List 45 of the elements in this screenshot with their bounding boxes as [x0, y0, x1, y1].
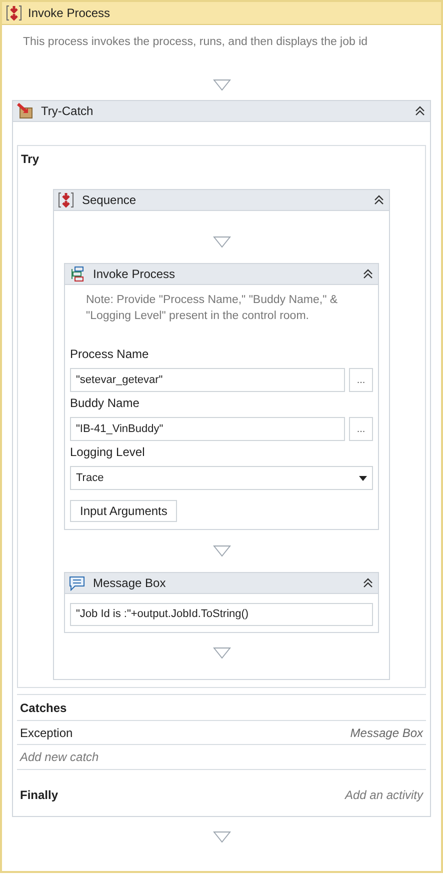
activity-title: Message Box [93, 575, 167, 592]
logging-level-dropdown[interactable]: Trace [70, 466, 373, 490]
ellipsis-button[interactable]: ... [349, 417, 373, 442]
process-flow-icon [69, 266, 85, 282]
try-label: Try [20, 151, 40, 168]
collapse-icon[interactable] [362, 577, 374, 590]
drop-arrow-icon [212, 545, 230, 558]
drop-arrow-icon [212, 79, 230, 92]
activity-header[interactable]: Invoke Process [2, 2, 441, 25]
activity-title: Sequence [82, 192, 138, 210]
message-icon [69, 575, 85, 592]
drop-arrow-icon [212, 831, 230, 844]
collapse-icon[interactable] [373, 194, 385, 206]
activity-title: Invoke Process [93, 266, 176, 284]
activity-header[interactable]: Sequence [54, 190, 389, 212]
input-arguments-button[interactable]: Input Arguments [70, 500, 178, 522]
note-text: Note: Provide "Process Name," "Buddy Name," & "Logging Level" present in the control room. [85, 293, 339, 324]
catch-row[interactable]: Exception Message Box [17, 720, 426, 744]
activity-header[interactable]: Invoke Process [65, 264, 378, 286]
expression-field[interactable]: "IB-41_VinBuddy" [70, 417, 345, 442]
message-expression-field[interactable]: "Job Id is :"+output.JobId.ToString() [70, 602, 373, 626]
dropdown-caret-icon [359, 476, 367, 481]
field-label: Buddy Name [70, 395, 140, 412]
add-catch-link[interactable]: Add new catch [20, 748, 99, 766]
sequence-icon [58, 192, 74, 208]
collapse-icon[interactable] [414, 105, 426, 118]
catches-label: Catches [20, 700, 67, 717]
field-label: Logging Level [70, 444, 146, 462]
drop-arrow-icon [212, 236, 230, 248]
ellipsis-button[interactable]: ... [349, 368, 373, 392]
annotation-text: This process invokes the process, runs, and then displays the job id [22, 35, 369, 50]
add-activity-link[interactable]: Add an activity [344, 786, 423, 804]
activity-header[interactable]: Try-Catch [13, 101, 430, 122]
collapse-icon[interactable] [362, 268, 374, 280]
field-label: Process Name [70, 346, 150, 364]
activity-header[interactable]: Message Box [65, 573, 378, 594]
exception-type: Exception [20, 724, 73, 742]
activity-title: Try-Catch [41, 103, 94, 120]
activity-title: Invoke Process [28, 5, 110, 22]
catch-handler: Message Box [350, 724, 423, 742]
sequence-icon [6, 5, 22, 21]
expression-field[interactable]: "setevar_getevar" [70, 368, 345, 392]
drop-arrow-icon [212, 646, 230, 659]
finally-label: Finally [20, 787, 58, 804]
try-catch-icon [17, 103, 33, 120]
